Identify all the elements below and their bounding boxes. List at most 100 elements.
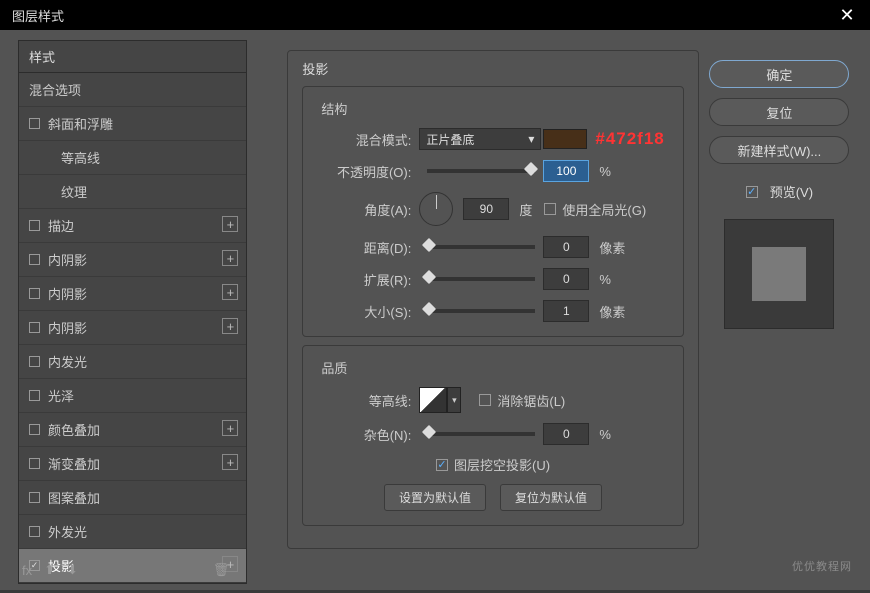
color-annotation: #472f18: [595, 129, 664, 149]
style-checkbox[interactable]: [29, 390, 40, 401]
sidebar-item[interactable]: 描边 +: [19, 209, 246, 243]
preview-checkbox[interactable]: [746, 186, 758, 198]
add-effect-icon[interactable]: +: [222, 250, 238, 266]
opacity-label: 不透明度(O):: [321, 162, 411, 181]
styles-header[interactable]: 样式: [19, 41, 246, 73]
sidebar-item[interactable]: 图案叠加: [19, 481, 246, 515]
sidebar-item-label: 外发光: [48, 522, 87, 541]
new-style-button[interactable]: 新建样式(W)...: [709, 136, 849, 164]
noise-row: 杂色(N): 0 %: [321, 423, 664, 445]
set-default-button[interactable]: 设置为默认值: [384, 484, 486, 511]
sidebar-item-label: 内阴影: [48, 250, 87, 269]
angle-unit: 度: [519, 200, 532, 219]
sidebar-item[interactable]: 内发光: [19, 345, 246, 379]
drop-shadow-group: 投影 结构 混合模式: 正片叠底 ▾ #472f18 不透明度(O):: [287, 50, 698, 549]
sidebar-item[interactable]: 光泽: [19, 379, 246, 413]
trash-icon[interactable]: 🗑: [213, 562, 230, 578]
spread-slider[interactable]: [427, 277, 535, 281]
spread-unit: %: [599, 272, 611, 287]
size-input[interactable]: 1: [543, 300, 589, 322]
add-effect-icon[interactable]: +: [222, 420, 238, 436]
sidebar-item[interactable]: 外发光: [19, 515, 246, 549]
dialog-body: 样式 混合选项 斜面和浮雕等高线纹理描边 + 内阴影 + 内阴影 + 内阴影 + 内发光光泽颜色…: [0, 30, 870, 590]
distance-slider[interactable]: [427, 245, 535, 249]
dialog-title: 图层样式: [12, 6, 64, 25]
knockout-row: 图层挖空投影(U): [321, 455, 664, 474]
global-light-checkbox[interactable]: [544, 203, 556, 215]
move-down-icon[interactable]: ⬇: [67, 562, 78, 578]
preview-swatch: [752, 247, 806, 301]
fx-menu[interactable]: fx: [22, 563, 32, 578]
style-checkbox[interactable]: [29, 220, 40, 231]
sidebar-item-label: 内阴影: [48, 318, 87, 337]
blend-mode-row: 混合模式: 正片叠底 ▾ #472f18: [321, 128, 664, 150]
size-slider[interactable]: [427, 309, 535, 313]
structure-group: 结构 混合模式: 正片叠底 ▾ #472f18 不透明度(O): 100: [302, 86, 683, 337]
sidebar-item[interactable]: 斜面和浮雕: [19, 107, 246, 141]
sidebar-item-label: 光泽: [48, 386, 74, 405]
antialias-checkbox[interactable]: [479, 394, 491, 406]
distance-unit: 像素: [599, 238, 625, 257]
angle-input[interactable]: 90: [463, 198, 509, 220]
style-checkbox[interactable]: [29, 492, 40, 503]
noise-label: 杂色(N):: [321, 425, 411, 444]
sidebar-item[interactable]: 内阴影 +: [19, 277, 246, 311]
global-light-label: 使用全局光(G): [562, 200, 646, 219]
distance-row: 距离(D): 0 像素: [321, 236, 664, 258]
contour-picker[interactable]: [419, 387, 447, 413]
sidebar-item[interactable]: 等高线: [19, 141, 246, 175]
style-checkbox[interactable]: [29, 424, 40, 435]
sidebar-item-label: 描边: [48, 216, 74, 235]
sidebar-item-label: 渐变叠加: [48, 454, 100, 473]
add-effect-icon[interactable]: +: [222, 284, 238, 300]
sidebar: 样式 混合选项 斜面和浮雕等高线纹理描边 + 内阴影 + 内阴影 + 内阴影 + 内发光光泽颜色…: [0, 30, 247, 590]
spread-input[interactable]: 0: [543, 268, 589, 290]
close-button[interactable]: ✕: [832, 0, 862, 30]
knockout-checkbox[interactable]: [436, 459, 448, 471]
blend-mode-select[interactable]: 正片叠底 ▾: [419, 128, 541, 150]
contour-dropdown[interactable]: ▾: [447, 387, 461, 413]
size-label: 大小(S):: [321, 302, 411, 321]
add-effect-icon[interactable]: +: [222, 318, 238, 334]
cancel-button[interactable]: 复位: [709, 98, 849, 126]
distance-label: 距离(D):: [321, 238, 411, 257]
sidebar-item[interactable]: 纹理: [19, 175, 246, 209]
angle-dial[interactable]: [419, 192, 453, 226]
noise-slider[interactable]: [427, 432, 535, 436]
style-checkbox[interactable]: [29, 254, 40, 265]
layer-style-dialog: 图层样式 ✕ 样式 混合选项 斜面和浮雕等高线纹理描边 + 内阴影 + 内阴影 + 内阴影 +…: [0, 0, 870, 590]
right-panel: 确定 复位 新建样式(W)... 预览(V): [707, 30, 870, 590]
style-checkbox[interactable]: [29, 526, 40, 537]
add-effect-icon[interactable]: +: [222, 216, 238, 232]
noise-input[interactable]: 0: [543, 423, 589, 445]
move-up-icon[interactable]: ⬆: [44, 562, 55, 578]
opacity-row: 不透明度(O): 100 %: [321, 160, 664, 182]
group-title: 投影: [302, 59, 683, 78]
sidebar-footer: fx ⬆ ⬇ 🗑: [22, 562, 229, 578]
sidebar-item-label: 等高线: [61, 148, 100, 167]
opacity-slider[interactable]: [427, 169, 535, 173]
noise-unit: %: [599, 427, 611, 442]
sidebar-item[interactable]: 渐变叠加 +: [19, 447, 246, 481]
sidebar-item-label: 内阴影: [48, 284, 87, 303]
default-buttons: 设置为默认值 复位为默认值: [321, 484, 664, 511]
style-checkbox[interactable]: [29, 458, 40, 469]
style-checkbox[interactable]: [29, 288, 40, 299]
style-checkbox[interactable]: [29, 118, 40, 129]
angle-label: 角度(A):: [321, 200, 411, 219]
opacity-input[interactable]: 100: [543, 160, 589, 182]
sidebar-item[interactable]: 内阴影 +: [19, 311, 246, 345]
style-checkbox[interactable]: [29, 356, 40, 367]
watermark: 优优教程网: [792, 558, 852, 574]
sidebar-item[interactable]: 内阴影 +: [19, 243, 246, 277]
ok-button[interactable]: 确定: [709, 60, 849, 88]
sidebar-item[interactable]: 颜色叠加+: [19, 413, 246, 447]
add-effect-icon[interactable]: +: [222, 454, 238, 470]
distance-input[interactable]: 0: [543, 236, 589, 258]
color-swatch[interactable]: [543, 129, 587, 149]
style-checkbox[interactable]: [29, 322, 40, 333]
reset-default-button[interactable]: 复位为默认值: [500, 484, 602, 511]
blending-options[interactable]: 混合选项: [19, 73, 246, 107]
size-row: 大小(S): 1 像素: [321, 300, 664, 322]
chevron-down-icon: ▾: [528, 132, 534, 146]
